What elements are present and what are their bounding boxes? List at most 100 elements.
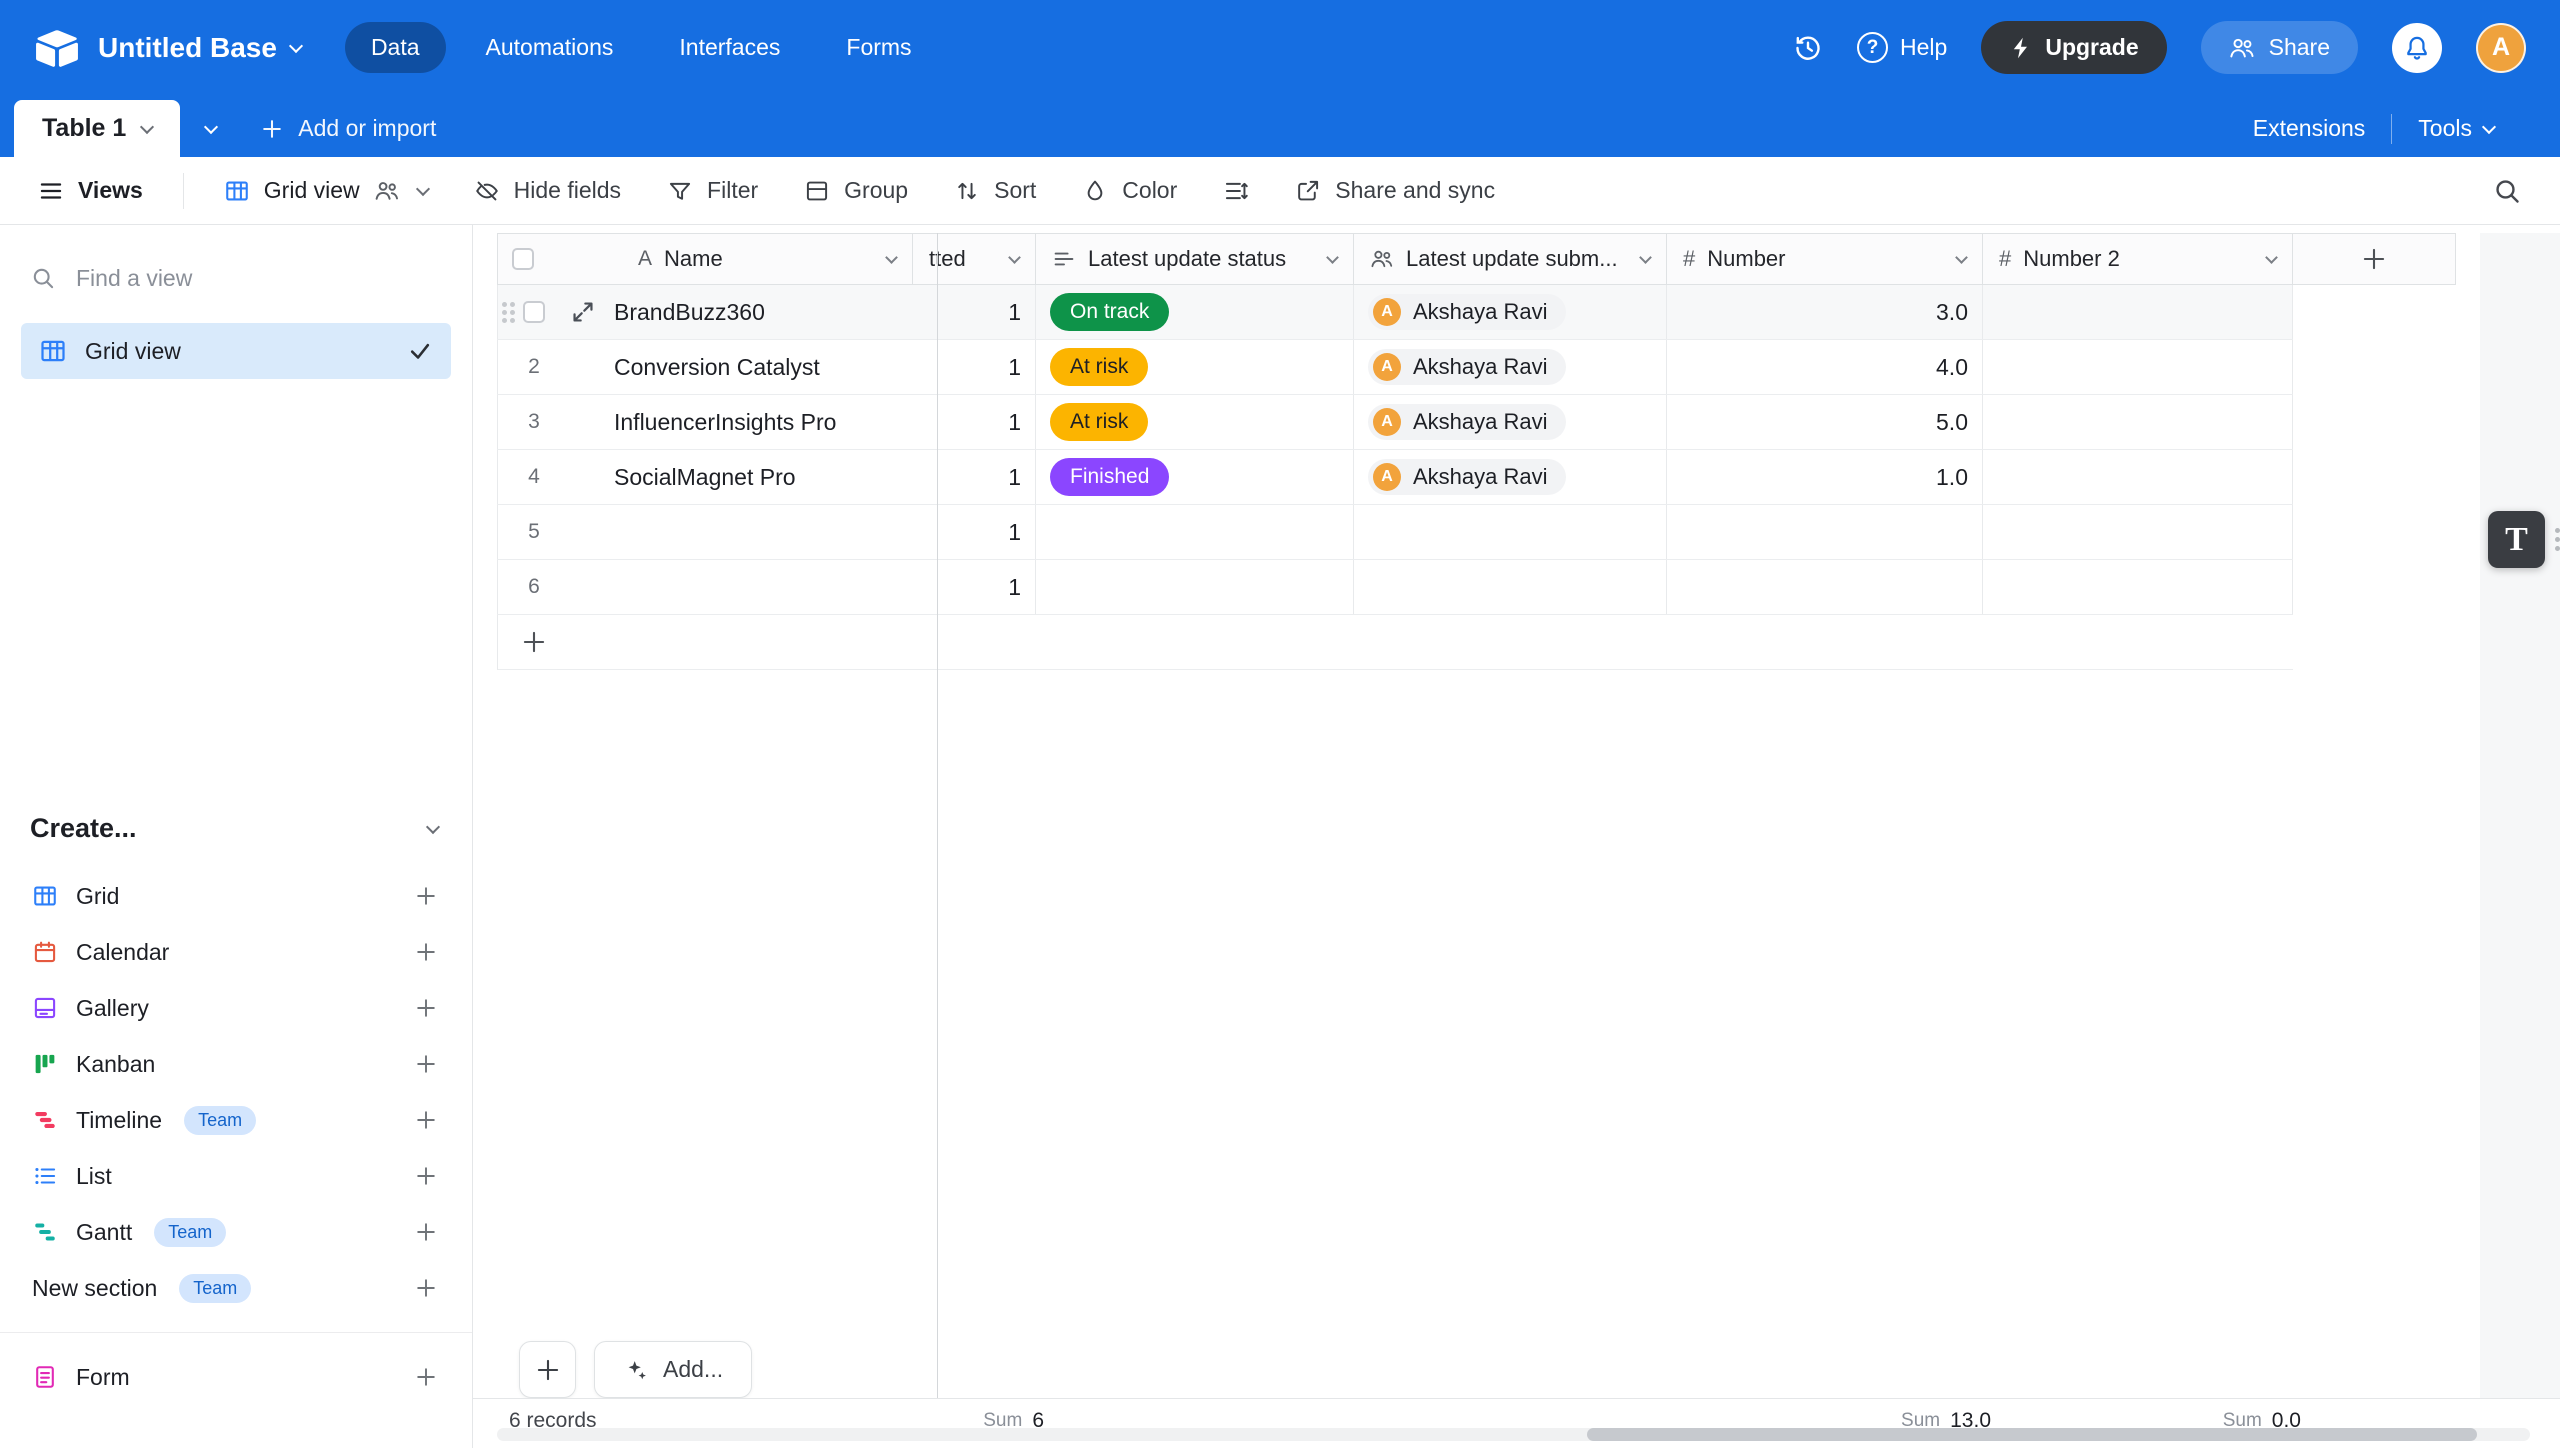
cell-status[interactable]: At risk: [1036, 340, 1354, 394]
table-row[interactable]: 6 1: [497, 560, 2293, 615]
sidebar-item-new-section[interactable]: New section Team: [0, 1260, 472, 1316]
table-tab[interactable]: Table 1: [14, 100, 180, 157]
column-header-name[interactable]: A Name: [497, 233, 913, 285]
plus-icon[interactable]: [414, 884, 438, 908]
cell-number[interactable]: 4.0: [1667, 340, 1983, 394]
plus-icon[interactable]: [414, 996, 438, 1020]
column-header-number[interactable]: # Number: [1667, 233, 1983, 285]
user-avatar[interactable]: A: [2476, 23, 2526, 73]
nav-tab-data[interactable]: Data: [345, 22, 446, 73]
table-row[interactable]: 3 InfluencerInsights Pro 1 At risk A Aks…: [497, 395, 2293, 450]
column-header-tted[interactable]: tted: [913, 233, 1036, 285]
sidebar-item-grid[interactable]: Grid: [0, 868, 472, 924]
scrollbar-thumb[interactable]: [1587, 1428, 2477, 1441]
cell-status[interactable]: Finished: [1036, 450, 1354, 504]
upgrade-button[interactable]: Upgrade: [1981, 21, 2166, 74]
add-with-ai-button[interactable]: Add...: [594, 1341, 752, 1398]
cell-submitter[interactable]: A Akshaya Ravi: [1354, 340, 1667, 394]
cell-number[interactable]: [1667, 560, 1983, 614]
cell-number-2[interactable]: [1983, 285, 2293, 339]
color-button[interactable]: Color: [1082, 177, 1177, 204]
horizontal-scrollbar[interactable]: [497, 1428, 2530, 1441]
cell-tted[interactable]: 1: [913, 340, 1036, 394]
expand-record-icon[interactable]: [570, 299, 596, 325]
cell-tted[interactable]: 1: [913, 285, 1036, 339]
filter-button[interactable]: Filter: [667, 177, 758, 204]
cell-status[interactable]: At risk: [1036, 395, 1354, 449]
cell-name[interactable]: 3 InfluencerInsights Pro: [497, 395, 913, 449]
cell-tted[interactable]: 1: [913, 505, 1036, 559]
table-list-dropdown[interactable]: [180, 100, 242, 157]
cell-submitter[interactable]: [1354, 560, 1667, 614]
extensions-button[interactable]: Extensions: [2227, 115, 2392, 142]
hide-fields-button[interactable]: Hide fields: [474, 177, 621, 204]
cell-submitter[interactable]: A Akshaya Ravi: [1354, 395, 1667, 449]
table-row[interactable]: BrandBuzz360 1 On track A Akshaya Ravi 3…: [497, 285, 2293, 340]
sidebar-item-gallery[interactable]: Gallery: [0, 980, 472, 1036]
column-header-number-2[interactable]: # Number 2: [1983, 233, 2293, 285]
cell-name[interactable]: 2 Conversion Catalyst: [497, 340, 913, 394]
table-row[interactable]: 5 1: [497, 505, 2293, 560]
sort-button[interactable]: Sort: [954, 177, 1036, 204]
cell-number[interactable]: [1667, 505, 1983, 559]
sidebar-item-list[interactable]: List: [0, 1148, 472, 1204]
add-field-button[interactable]: [2293, 233, 2456, 285]
select-all-checkbox[interactable]: [512, 248, 534, 270]
cell-name[interactable]: BrandBuzz360: [497, 285, 913, 339]
current-view-button[interactable]: Grid view: [224, 177, 428, 204]
plus-icon[interactable]: [414, 1052, 438, 1076]
plus-icon[interactable]: [414, 1365, 438, 1389]
plus-icon[interactable]: [414, 1108, 438, 1132]
cell-number-2[interactable]: [1983, 450, 2293, 504]
share-and-sync-button[interactable]: Share and sync: [1295, 177, 1495, 204]
plus-icon[interactable]: [414, 1276, 438, 1300]
base-name[interactable]: Untitled Base: [98, 32, 301, 64]
group-button[interactable]: Group: [804, 177, 908, 204]
drag-handle[interactable]: [502, 302, 515, 323]
tools-button[interactable]: Tools: [2392, 115, 2520, 142]
sidebar-item-calendar[interactable]: Calendar: [0, 924, 472, 980]
cell-number[interactable]: 5.0: [1667, 395, 1983, 449]
sidebar-item-timeline[interactable]: Timeline Team: [0, 1092, 472, 1148]
drag-handle[interactable]: [2555, 528, 2560, 551]
chevron-down-icon[interactable]: [1008, 251, 1021, 264]
cell-status[interactable]: On track: [1036, 285, 1354, 339]
nav-tab-automations[interactable]: Automations: [460, 22, 640, 73]
nav-tab-forms[interactable]: Forms: [820, 22, 937, 73]
row-checkbox[interactable]: [523, 301, 545, 323]
text-tool-button[interactable]: T: [2488, 511, 2545, 568]
cell-number[interactable]: 3.0: [1667, 285, 1983, 339]
find-view-search[interactable]: [30, 255, 442, 301]
table-row[interactable]: 4 SocialMagnet Pro 1 Finished A Akshaya …: [497, 450, 2293, 505]
cell-tted[interactable]: 1: [913, 450, 1036, 504]
cell-number-2[interactable]: [1983, 395, 2293, 449]
plus-icon[interactable]: [414, 1220, 438, 1244]
help-button[interactable]: ? Help: [1857, 32, 1947, 63]
chevron-down-icon[interactable]: [140, 119, 154, 133]
cell-submitter[interactable]: [1354, 505, 1667, 559]
table-row[interactable]: 2 Conversion Catalyst 1 At risk A Akshay…: [497, 340, 2293, 395]
column-header-latest-update-submitter[interactable]: Latest update subm...: [1354, 233, 1667, 285]
create-section-header[interactable]: Create...: [0, 813, 472, 844]
plus-icon[interactable]: [414, 1164, 438, 1188]
cell-name[interactable]: 5: [497, 505, 913, 559]
notifications-button[interactable]: [2392, 23, 2442, 73]
chevron-down-icon[interactable]: [885, 251, 898, 264]
cell-number-2[interactable]: [1983, 505, 2293, 559]
share-button[interactable]: Share: [2201, 21, 2358, 74]
row-height-button[interactable]: [1223, 178, 1249, 204]
find-view-input[interactable]: [74, 264, 374, 293]
cell-status[interactable]: [1036, 505, 1354, 559]
airtable-logo-icon[interactable]: [34, 25, 80, 71]
sidebar-item-form[interactable]: Form: [0, 1349, 472, 1405]
add-row-button[interactable]: [497, 615, 2293, 670]
sidebar-item-grid-view[interactable]: Grid view: [21, 323, 451, 379]
chevron-down-icon[interactable]: [2265, 251, 2278, 264]
plus-icon[interactable]: [414, 940, 438, 964]
sidebar-item-gantt[interactable]: Gantt Team: [0, 1204, 472, 1260]
cell-submitter[interactable]: A Akshaya Ravi: [1354, 285, 1667, 339]
add-record-button[interactable]: [519, 1341, 576, 1398]
cell-name[interactable]: 4 SocialMagnet Pro: [497, 450, 913, 504]
chevron-down-icon[interactable]: [1326, 251, 1339, 264]
chevron-down-icon[interactable]: [1955, 251, 1968, 264]
